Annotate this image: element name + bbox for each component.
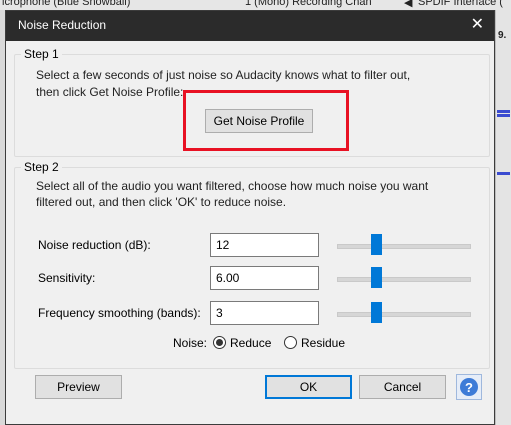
slider-thumb[interactable] — [371, 234, 382, 255]
help-icon: ? — [460, 378, 478, 396]
residue-radio[interactable] — [284, 336, 297, 349]
waveform-fragment — [497, 172, 510, 175]
preview-button[interactable]: Preview — [35, 375, 122, 399]
frequency-smoothing-input[interactable] — [210, 301, 319, 325]
frequency-smoothing-slider[interactable] — [337, 302, 471, 324]
slider-track — [337, 312, 471, 317]
step2-description-line1: Select all of the audio you want filtere… — [36, 179, 429, 193]
channels-label: 1 (Mono) Recording Chan — [245, 0, 372, 8]
input-device-label: icrophone (Blue Snowball) — [2, 0, 131, 8]
output-device-label: SPDIF Interface ( — [418, 0, 503, 8]
step2-title: Step 2 — [21, 160, 62, 174]
noise-reduction-label: Noise reduction (dB): — [38, 238, 151, 252]
sensitivity-label: Sensitivity: — [38, 271, 96, 285]
sensitivity-input[interactable] — [210, 266, 319, 290]
cancel-button[interactable]: Cancel — [359, 375, 446, 399]
step1-description-line1: Select a few seconds of just noise so Au… — [36, 68, 411, 82]
waveform-fragment — [497, 114, 510, 117]
slider-thumb[interactable] — [371, 267, 382, 288]
background-track-right: 9. — [495, 10, 511, 425]
frequency-smoothing-label: Frequency smoothing (bands): — [38, 306, 201, 320]
noise-mode-label: Noise: — [173, 336, 208, 350]
step1-title: Step 1 — [21, 47, 62, 61]
speaker-icon: ◀ — [404, 0, 413, 9]
dialog-titlebar[interactable]: Noise Reduction ✕ — [6, 11, 494, 41]
sensitivity-slider[interactable] — [337, 267, 471, 289]
slider-thumb[interactable] — [371, 302, 382, 323]
noise-reduction-slider[interactable] — [337, 234, 471, 256]
step1-description-line2: then click Get Noise Profile: — [36, 85, 184, 99]
help-button[interactable]: ? — [456, 374, 482, 400]
reduce-option-label[interactable]: Reduce — [230, 336, 271, 350]
get-noise-profile-button[interactable]: Get Noise Profile — [205, 109, 313, 133]
noise-reduction-input[interactable] — [210, 233, 319, 257]
reduce-radio[interactable] — [213, 336, 226, 349]
ok-button[interactable]: OK — [265, 375, 352, 399]
slider-track — [337, 277, 471, 282]
ruler-tick: 9. — [498, 30, 507, 41]
waveform-fragment — [497, 110, 510, 113]
step2-description-line2: filtered out, and then click 'OK' to red… — [36, 195, 287, 209]
residue-option-label[interactable]: Residue — [301, 336, 345, 350]
noise-reduction-dialog: Noise Reduction ✕ Step 1 Select a few se… — [5, 10, 495, 425]
slider-track — [337, 244, 471, 249]
dialog-title: Noise Reduction — [18, 18, 107, 32]
close-icon[interactable]: ✕ — [471, 15, 484, 35]
